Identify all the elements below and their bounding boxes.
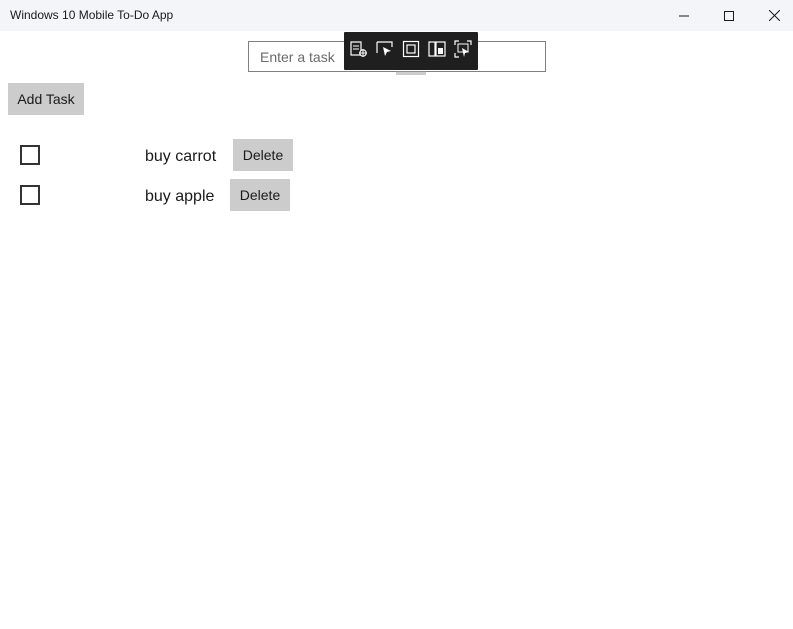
task-checkbox[interactable] (20, 185, 40, 205)
task-label: buy apple (145, 188, 215, 205)
maximize-button[interactable] (706, 0, 752, 31)
minimize-icon (679, 15, 689, 16)
window-title: Windows 10 Mobile To-Do App (10, 8, 174, 22)
minimize-button[interactable] (661, 0, 707, 31)
task-label: buy carrot (145, 148, 217, 165)
close-button[interactable] (751, 0, 793, 31)
add-task-button[interactable]: Add Task (8, 83, 84, 115)
app-window: Windows 10 Mobile To-Do App Enter a task… (0, 0, 793, 629)
close-icon (768, 10, 780, 21)
task-item: buy apple Delete (0, 179, 793, 213)
task-item: buy carrot Delete (0, 139, 793, 173)
delete-button[interactable]: Delete (230, 179, 290, 211)
xaml-debug-toolbar[interactable] (344, 32, 478, 75)
live-visual-tree-icon[interactable] (349, 39, 369, 59)
drag-handle-icon[interactable] (396, 62, 426, 75)
hot-reload-icon[interactable] (453, 39, 473, 59)
track-focus-icon[interactable] (427, 39, 447, 59)
title-bar[interactable]: Windows 10 Mobile To-Do App (0, 0, 793, 31)
select-element-icon[interactable] (375, 39, 395, 59)
display-layout-adorners-icon[interactable] (401, 39, 421, 59)
delete-button[interactable]: Delete (233, 139, 293, 171)
maximize-icon (724, 10, 734, 21)
task-checkbox[interactable] (20, 145, 40, 165)
